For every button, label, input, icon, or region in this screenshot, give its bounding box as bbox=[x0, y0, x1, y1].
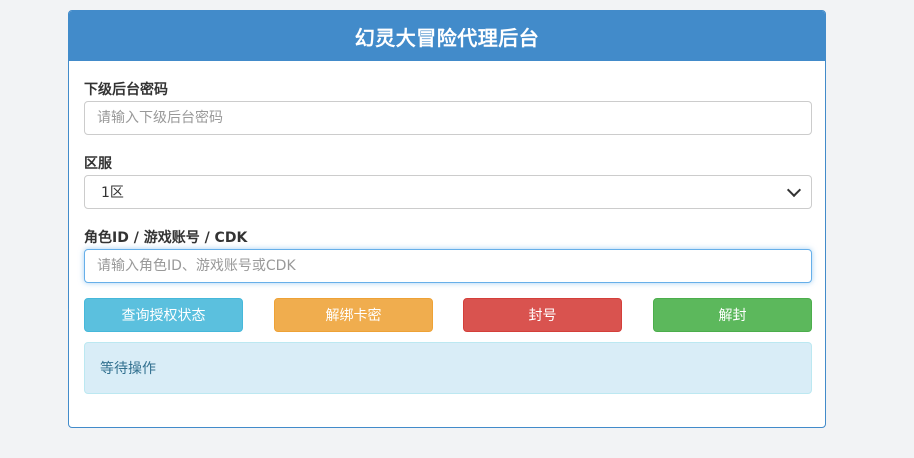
unbind-card-button[interactable]: 解绑卡密 bbox=[274, 298, 433, 332]
target-label: 角色ID / 游戏账号 / CDK bbox=[84, 230, 248, 246]
target-input[interactable] bbox=[84, 249, 812, 283]
unban-button[interactable]: 解封 bbox=[653, 298, 812, 332]
agent-admin-panel: 幻灵大冒险代理后台 下级后台密码 区服 1区 角色ID / 游戏账号 / CDK… bbox=[68, 10, 826, 428]
status-message: 等待操作 bbox=[100, 361, 156, 377]
server-label: 区服 bbox=[84, 156, 112, 172]
password-input[interactable] bbox=[84, 101, 812, 135]
panel-title: 幻灵大冒险代理后台 bbox=[69, 11, 825, 61]
password-label: 下级后台密码 bbox=[84, 82, 168, 98]
ban-button[interactable]: 封号 bbox=[463, 298, 622, 332]
query-status-button[interactable]: 查询授权状态 bbox=[84, 298, 243, 332]
status-alert: 等待操作 bbox=[84, 342, 812, 394]
server-select[interactable]: 1区 bbox=[84, 175, 812, 209]
chevron-down-icon bbox=[786, 182, 802, 197]
server-selected-value: 1区 bbox=[101, 185, 124, 201]
